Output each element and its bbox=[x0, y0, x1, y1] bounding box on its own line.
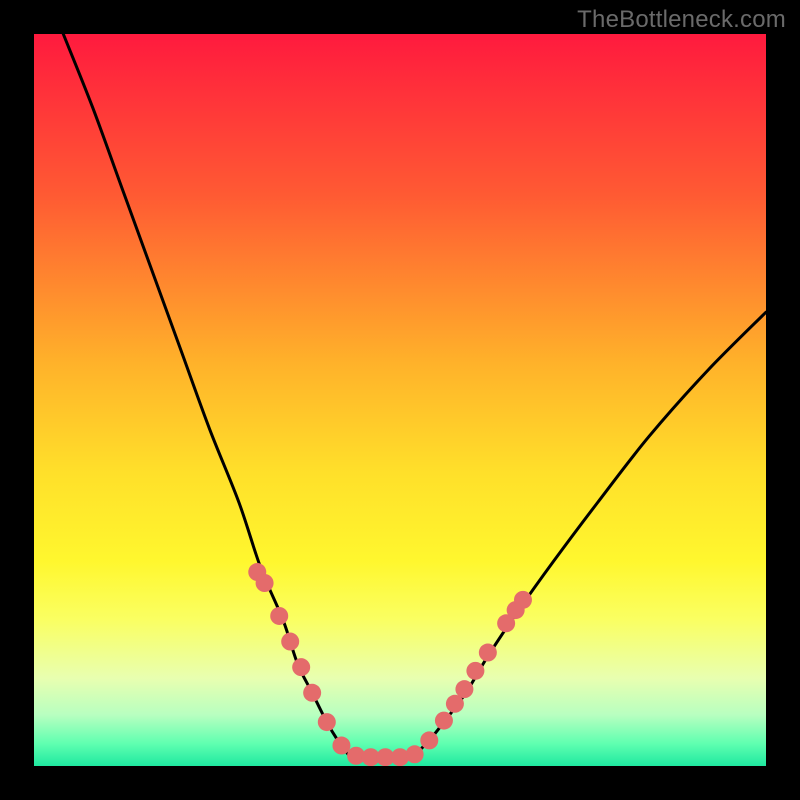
watermark-text: TheBottleneck.com bbox=[577, 6, 786, 34]
plot-area bbox=[34, 34, 766, 766]
chart-svg bbox=[34, 34, 766, 766]
chart-container: TheBottleneck.com bbox=[0, 0, 800, 800]
data-marker bbox=[318, 713, 336, 731]
data-marker bbox=[256, 574, 274, 592]
data-marker bbox=[455, 680, 473, 698]
data-marker bbox=[281, 633, 299, 651]
data-marker bbox=[332, 737, 350, 755]
data-marker bbox=[435, 712, 453, 730]
data-marker bbox=[514, 591, 532, 609]
data-marker bbox=[479, 644, 497, 662]
data-marker bbox=[292, 658, 310, 676]
data-marker bbox=[303, 684, 321, 702]
data-marker bbox=[420, 731, 438, 749]
data-marker bbox=[466, 662, 484, 680]
data-marker bbox=[406, 745, 424, 763]
data-marker bbox=[270, 607, 288, 625]
gradient-background bbox=[34, 34, 766, 766]
